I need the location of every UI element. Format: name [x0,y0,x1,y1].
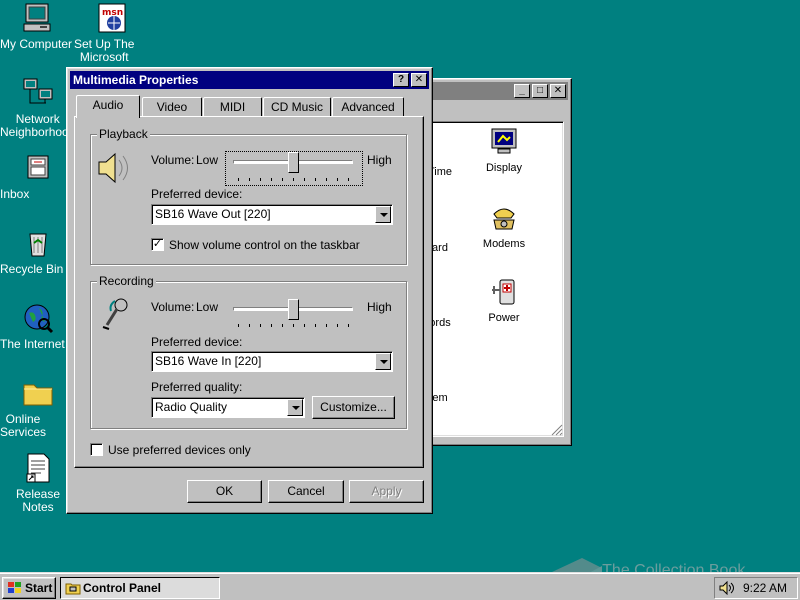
network-icon [23,78,53,104]
ok-button[interactable]: OK [187,480,262,503]
cp-item-display[interactable]: Display [469,126,539,174]
playback-volume-high: High [367,153,392,167]
desktop-icon-inbox[interactable]: Inbox [0,152,76,201]
playback-volume-ticks [238,178,350,182]
recording-volume-label: Volume: [151,300,195,314]
slider-tick [238,178,239,181]
show-volume-label: Show volume control on the taskbar [169,238,360,252]
close-button[interactable]: ✕ [550,84,566,98]
apply-button[interactable]: Apply [349,480,424,503]
maximize-button[interactable]: □ [532,84,548,98]
slider-tick [282,178,283,181]
cp-item-power[interactable]: Power [469,276,539,324]
slider-tick [337,178,338,181]
chevron-down-icon[interactable] [375,353,391,370]
start-button[interactable]: Start [2,577,56,599]
customize-button[interactable]: Customize... [312,396,395,419]
recording-volume-ticks [238,324,350,328]
control-panel-content: Time Display ard Modems ords Power em [418,121,564,437]
show-volume-checkbox[interactable]: ✓ [151,238,164,251]
playback-device-label: Preferred device: [151,187,243,201]
playback-device-select[interactable]: SB16 Wave Out [220] [151,204,393,225]
slider-tick [304,324,305,327]
chevron-down-icon[interactable] [375,206,391,223]
msn-icon: msn [98,3,126,33]
resize-grip-icon[interactable] [551,424,563,436]
recording-device-select[interactable]: SB16 Wave In [220] [151,351,393,372]
slider-tick [293,324,294,327]
display-icon [491,128,517,154]
recording-volume-slider[interactable] [287,299,299,320]
taskbar-control-panel-button[interactable]: Control Panel [60,577,220,599]
slider-tick [271,178,272,181]
clock[interactable]: 9:22 AM [743,578,787,598]
speaker-icon [98,152,128,184]
system-tray: 9:22 AM [714,577,798,599]
windows-logo-icon [8,582,21,593]
tab-midi[interactable]: MIDI [203,97,262,117]
slider-tick [249,178,250,181]
dialog-title: Multimedia Properties [73,73,199,87]
use-preferred-label: Use preferred devices only [108,443,251,457]
globe-icon [24,304,54,334]
dialog-title-bar[interactable]: Multimedia Properties [70,71,429,89]
folder-icon [23,384,53,406]
tab-video[interactable]: Video [142,97,202,117]
desktop-icon-recycle-bin[interactable]: Recycle Bin [0,227,76,276]
desktop-icon-setup-msn[interactable]: msn Set Up The Microsoft [74,2,150,64]
slider-tick [326,324,327,327]
recording-volume-low: Low [196,300,219,314]
slider-tick [282,324,283,327]
inbox-icon [27,155,49,179]
slider-tick [304,178,305,181]
slider-tick [315,178,316,181]
minimize-button[interactable]: _ [514,84,530,98]
tab-audio[interactable]: Audio [76,95,140,118]
slider-tick [315,324,316,327]
recording-quality-select[interactable]: Radio Quality [151,397,305,418]
desktop-icon-internet[interactable]: The Internet [0,302,76,351]
desktop-icon-network[interactable]: Network Neighborhood [0,77,76,139]
document-icon [26,453,50,483]
computer-icon [23,3,51,32]
slider-tick [249,324,250,327]
playback-volume-slider[interactable] [287,152,299,173]
control-panel-window[interactable]: _ □ ✕ Time Display ard Modems ords Power… [414,78,572,446]
slider-tick [260,324,261,327]
slider-tick [348,178,349,181]
desktop-icon-online-services[interactable]: Online Services [0,377,76,439]
recording-group-label: Recording [97,274,156,288]
volume-tray-icon[interactable] [719,581,735,595]
recording-device-label: Preferred device: [151,335,243,349]
use-preferred-checkbox[interactable] [90,443,103,456]
chevron-down-icon[interactable] [287,399,303,416]
power-icon [492,279,515,305]
cp-item-modems[interactable]: Modems [469,202,539,250]
microphone-icon [102,298,128,330]
slider-tick [238,324,239,327]
slider-tick [271,324,272,327]
desktop-icon-my-computer[interactable]: My Computer [0,2,76,51]
modem-icon [493,208,515,230]
help-button[interactable]: ? [393,73,409,87]
taskbar: Start Control Panel 9:22 AM [0,572,800,600]
slider-tick [293,178,294,181]
playback-volume-label: Volume: [151,153,195,167]
desktop-icon-release-notes[interactable]: Release Notes [0,452,76,514]
slider-tick [260,178,261,181]
slider-tick [348,324,349,327]
tab-cd-music[interactable]: CD Music [263,97,331,117]
slider-tick [337,324,338,327]
close-button[interactable]: ✕ [411,73,427,87]
playback-group-label: Playback [97,127,150,141]
recycle-bin-icon [29,233,47,257]
recording-volume-high: High [367,300,392,314]
slider-tick [326,178,327,181]
tab-advanced[interactable]: Advanced [332,97,404,117]
cancel-button[interactable]: Cancel [268,480,344,503]
control-panel-icon [65,583,81,595]
recording-quality-label: Preferred quality: [151,380,243,394]
playback-volume-low: Low [196,153,219,167]
